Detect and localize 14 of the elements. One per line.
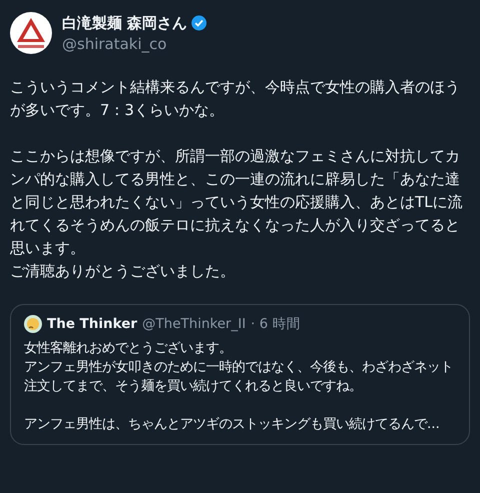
quoted-author-handle: @TheThinker_II (142, 316, 246, 332)
thinking-face-icon (24, 315, 42, 333)
post-time: · 6 時間 (250, 315, 300, 333)
quoted-text: アンフェ男性は、ちゃんとアツギのストッキングも買い続けてるんで... (24, 416, 441, 434)
author-name[interactable]: 白滝製麺 森岡さん (62, 14, 188, 32)
post-text: ここからは想像ですが、所謂一部の過激なフェミさんに対抗してカンパ的な購入してる男性と、この一連の流れに辟易した「あなた達と同じと思われたくない」っていう女性の応援購入、あとはTLに流れてくるそうめんの飯テロに抗えなくなった人が入り交ざってると思います。 (10, 146, 464, 259)
quoted-text: 女性客離れおめでとうございます。 (24, 340, 233, 358)
quoted-author-name: The Thinker (47, 316, 138, 332)
post-text: ご清聴ありがとうございました。 (10, 261, 236, 282)
quoted-text: アンフェ男性が女叩きのために一時的ではなく、今後も、わざわざネット注文してまで、そう麺を買い続けてくれると良いですね。 (24, 359, 454, 396)
quoted-post-card[interactable]: The Thinker @TheThinker_II · 6 時間 女性客離れおめでとうございます。 アンフェ男性が女叩きのために一時的ではなく、今後も、わざわざネット注文してまで、そう麺を買い続けてくれると良いですね。 アンフェ男性は、ちゃんとアツギのストッキングも買い続けてるんで... (10, 304, 470, 445)
post-text: こういうコメント結構来るんですが、今時点で女性の購入者のほうが多いです。7：3くらいかな。 (10, 77, 461, 121)
avatar-logo-icon[interactable] (10, 12, 52, 54)
author-handle[interactable]: @shirataki_co (62, 34, 167, 52)
